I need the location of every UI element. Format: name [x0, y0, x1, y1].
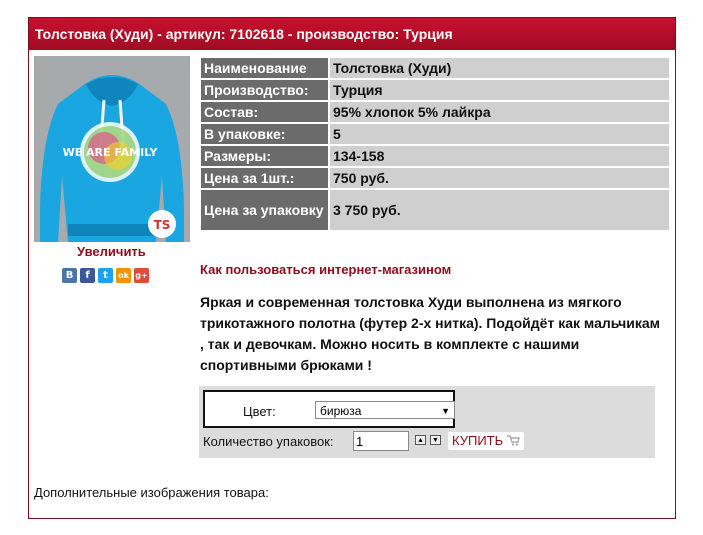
hoodie-print-text: WE ARE FAMILY [63, 146, 159, 159]
color-label: Цвет: [243, 404, 276, 419]
hoodie-image: WE ARE FAMILY TS [34, 56, 190, 242]
spec-row: Состав: 95% хлопок 5% лайкра [201, 102, 669, 122]
brand-logo: TS [154, 218, 171, 232]
spec-row: Производство: Турция [201, 80, 669, 100]
extra-images-label: Дополнительные изображения товара: [34, 485, 269, 500]
spec-value: Турция [330, 80, 669, 100]
buy-button-label: КУПИТЬ [452, 433, 504, 448]
spec-key: Цена за упаковку [201, 190, 328, 230]
color-selector-box: Цвет: бирюза ▼ [203, 390, 455, 428]
spec-row: Наименование Толстовка (Худи) [201, 58, 669, 78]
spec-key: Наименование [201, 58, 328, 78]
spec-row: Цена за 1шт.: 750 руб. [201, 168, 669, 188]
social-share-bar: B f t ok g+ [62, 268, 149, 283]
product-photo[interactable]: WE ARE FAMILY TS [34, 56, 190, 242]
odnoklassniki-icon[interactable]: ok [116, 268, 131, 283]
googleplus-icon[interactable]: g+ [134, 268, 149, 283]
spec-value: 5 [330, 124, 669, 144]
spec-value: 750 руб. [330, 168, 669, 188]
buy-button[interactable]: КУПИТЬ [447, 431, 525, 451]
spec-table: Наименование Толстовка (Худи) Производств… [199, 56, 671, 232]
spec-key: В упаковке: [201, 124, 328, 144]
order-form: Цвет: бирюза ▼ Количество упаковок: 1 ▲ … [199, 386, 655, 458]
quantity-decrease-button[interactable]: ▼ [430, 435, 441, 445]
color-select[interactable]: бирюза ▼ [315, 401, 455, 419]
color-select-value: бирюза [320, 404, 362, 418]
chevron-down-icon: ▼ [441, 406, 450, 416]
spec-row: В упаковке: 5 [201, 124, 669, 144]
spec-key: Состав: [201, 102, 328, 122]
howto-link[interactable]: Как пользоваться интернет-магазином [200, 262, 451, 277]
cart-icon [506, 435, 520, 446]
spec-value: 95% хлопок 5% лайкра [330, 102, 669, 122]
spec-row: Цена за упаковку 3 750 руб. [201, 190, 669, 230]
spec-key: Производство: [201, 80, 328, 100]
quantity-label: Количество упаковок: [203, 434, 334, 449]
product-description: Яркая и современная толстовка Худи выпол… [200, 294, 661, 373]
spec-key: Размеры: [201, 146, 328, 166]
spec-value: 134-158 [330, 146, 669, 166]
spec-value: 3 750 руб. [330, 190, 669, 230]
quantity-increase-button[interactable]: ▲ [415, 435, 426, 445]
spec-row: Размеры: 134-158 [201, 146, 669, 166]
spec-key: Цена за 1шт.: [201, 168, 328, 188]
facebook-icon[interactable]: f [80, 268, 95, 283]
product-title: Толстовка (Худи) - артикул: 7102618 - пр… [29, 18, 675, 50]
quantity-input[interactable]: 1 [353, 431, 409, 451]
product-panel: Толстовка (Худи) - артикул: 7102618 - пр… [28, 17, 676, 519]
twitter-icon[interactable]: t [98, 268, 113, 283]
enlarge-link[interactable]: Увеличить [77, 244, 146, 259]
vk-icon[interactable]: B [62, 268, 77, 283]
spec-value: Толстовка (Худи) [330, 58, 669, 78]
